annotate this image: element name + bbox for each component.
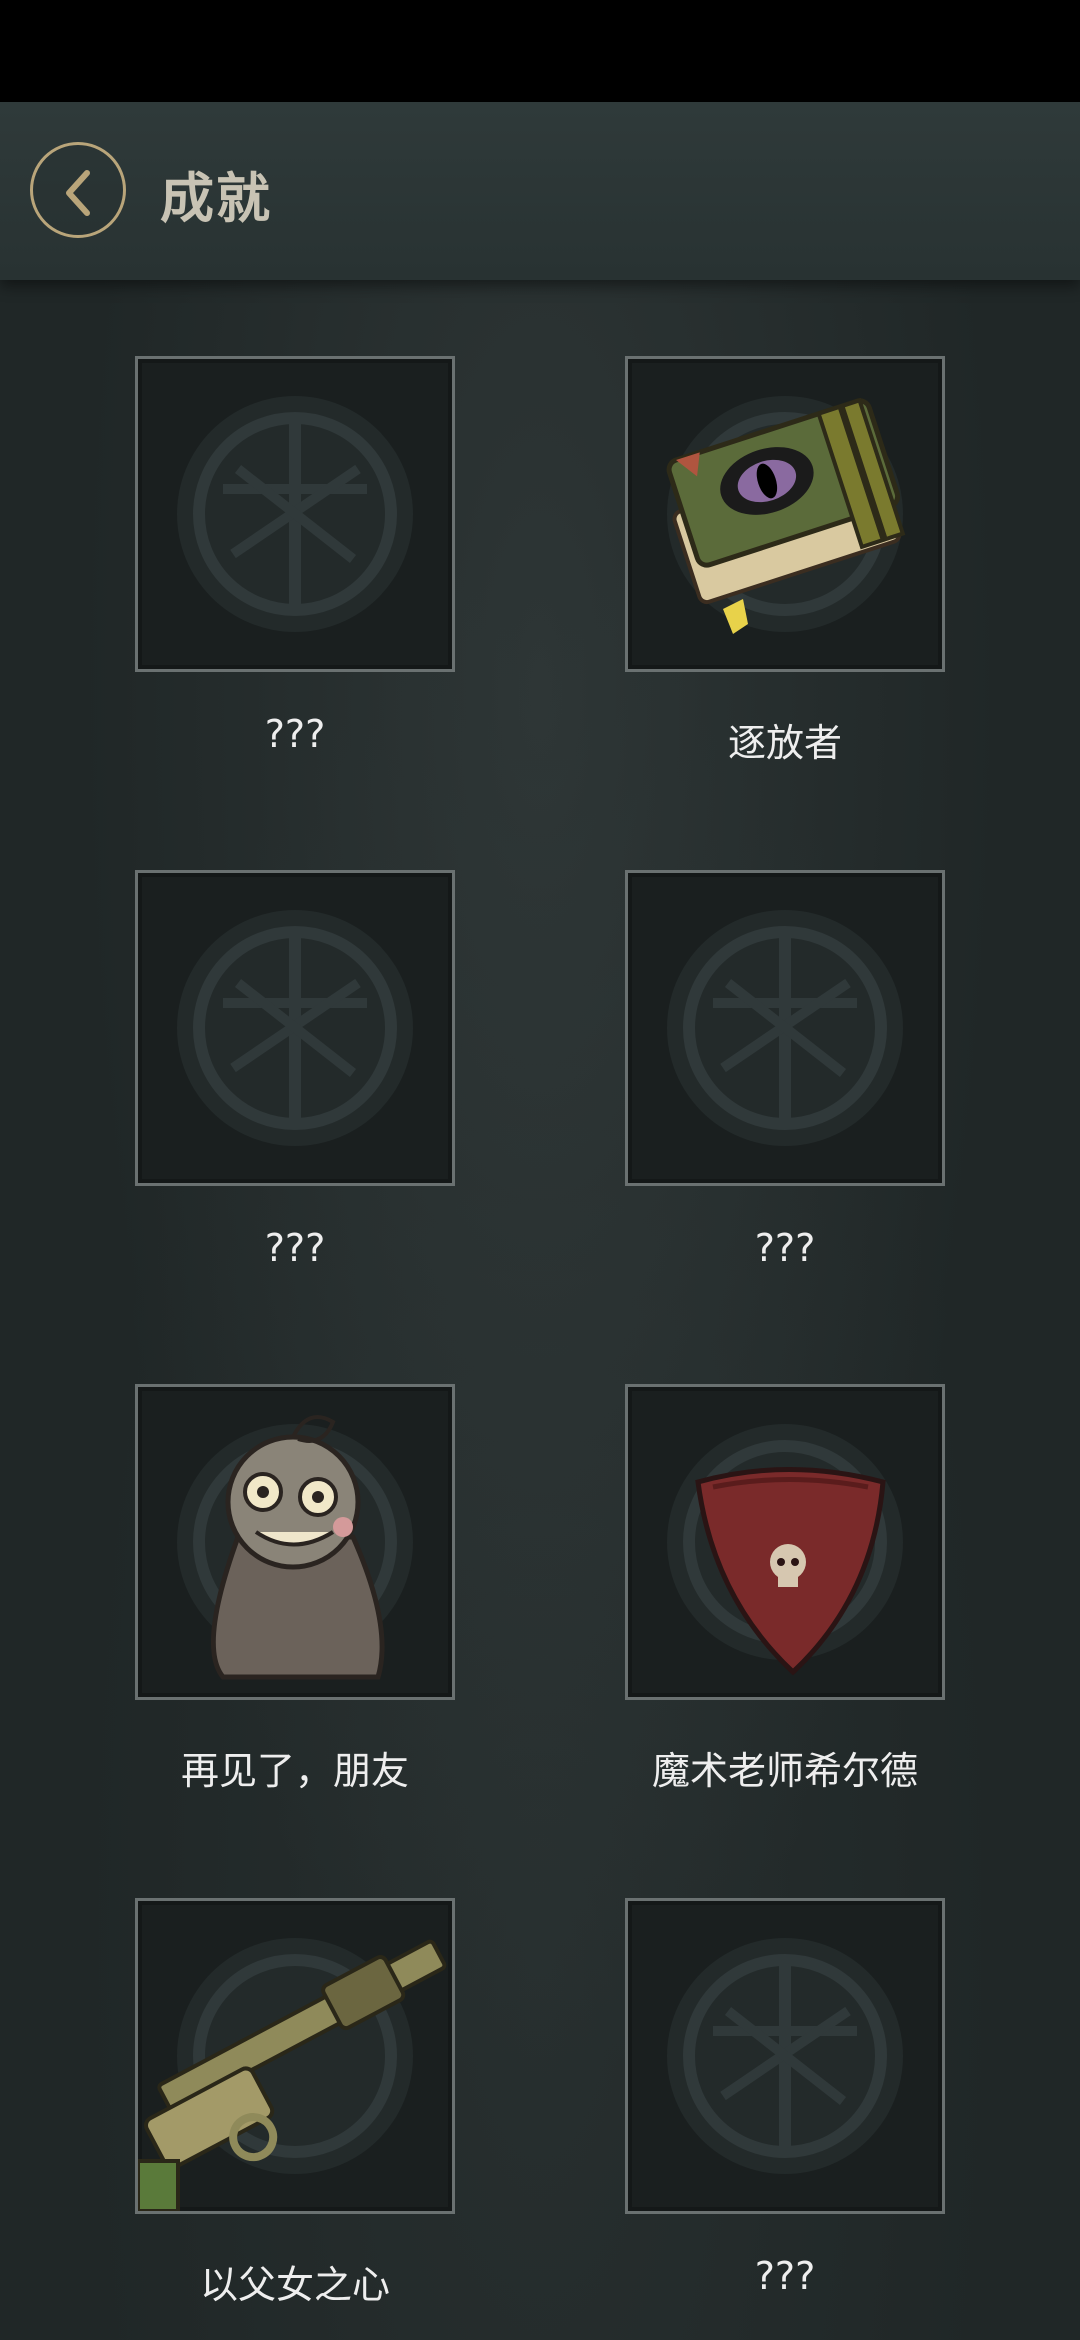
locked-seal-icon bbox=[177, 910, 413, 1146]
red-bandana-icon bbox=[695, 1467, 886, 1676]
achievement-frame bbox=[135, 870, 455, 1186]
achievement-label: 逐放者 bbox=[727, 721, 842, 765]
achievement-card[interactable]: 魔术老师希尔德 bbox=[625, 1384, 945, 1793]
status-bar bbox=[0, 0, 1080, 102]
achievement-label: ??? bbox=[754, 2254, 816, 2298]
chevron-left-icon bbox=[66, 170, 90, 216]
achievement-card[interactable]: ??? bbox=[135, 870, 455, 1270]
page-title: 成就 bbox=[160, 167, 272, 230]
achievement-card[interactable]: 以父女之心 bbox=[135, 1898, 455, 2307]
achievement-label: 再见了，朋友 bbox=[180, 1749, 409, 1793]
achievement-label: ??? bbox=[754, 1226, 816, 1270]
achievement-card[interactable]: 再见了，朋友 bbox=[135, 1384, 455, 1793]
achievements-grid: ??? 逐放者 ??? ??? 再见了，朋友 魔术老师希尔德 以父女之心 ??? bbox=[0, 280, 1080, 2340]
achievement-card[interactable]: ??? bbox=[625, 1898, 945, 2298]
achievement-frame bbox=[625, 1384, 945, 1700]
achievement-card[interactable]: 逐放者 bbox=[625, 356, 945, 765]
locked-seal-icon bbox=[667, 1938, 903, 2174]
achievement-card[interactable]: ??? bbox=[625, 870, 945, 1270]
ghost-doll-icon bbox=[210, 1415, 385, 1680]
achievement-label: ??? bbox=[264, 1226, 326, 1270]
achievement-label: 魔术老师希尔德 bbox=[651, 1749, 918, 1793]
achievement-card[interactable]: ??? bbox=[135, 356, 455, 756]
back-button[interactable] bbox=[30, 142, 126, 238]
achievement-label: 以父女之心 bbox=[199, 2263, 390, 2307]
achievement-frame bbox=[625, 356, 945, 672]
shotgun-icon bbox=[138, 1939, 447, 2211]
achievement-frame bbox=[135, 1898, 455, 2214]
header-bar: 成就 bbox=[0, 102, 1080, 280]
achievement-frame bbox=[135, 356, 455, 672]
eye-book-icon bbox=[666, 397, 906, 634]
locked-seal-icon bbox=[667, 910, 903, 1146]
achievement-label: ??? bbox=[264, 712, 326, 756]
achievement-frame bbox=[625, 1898, 945, 2214]
achievement-frame bbox=[135, 1384, 455, 1700]
achievement-frame bbox=[625, 870, 945, 1186]
locked-seal-icon bbox=[177, 396, 413, 632]
